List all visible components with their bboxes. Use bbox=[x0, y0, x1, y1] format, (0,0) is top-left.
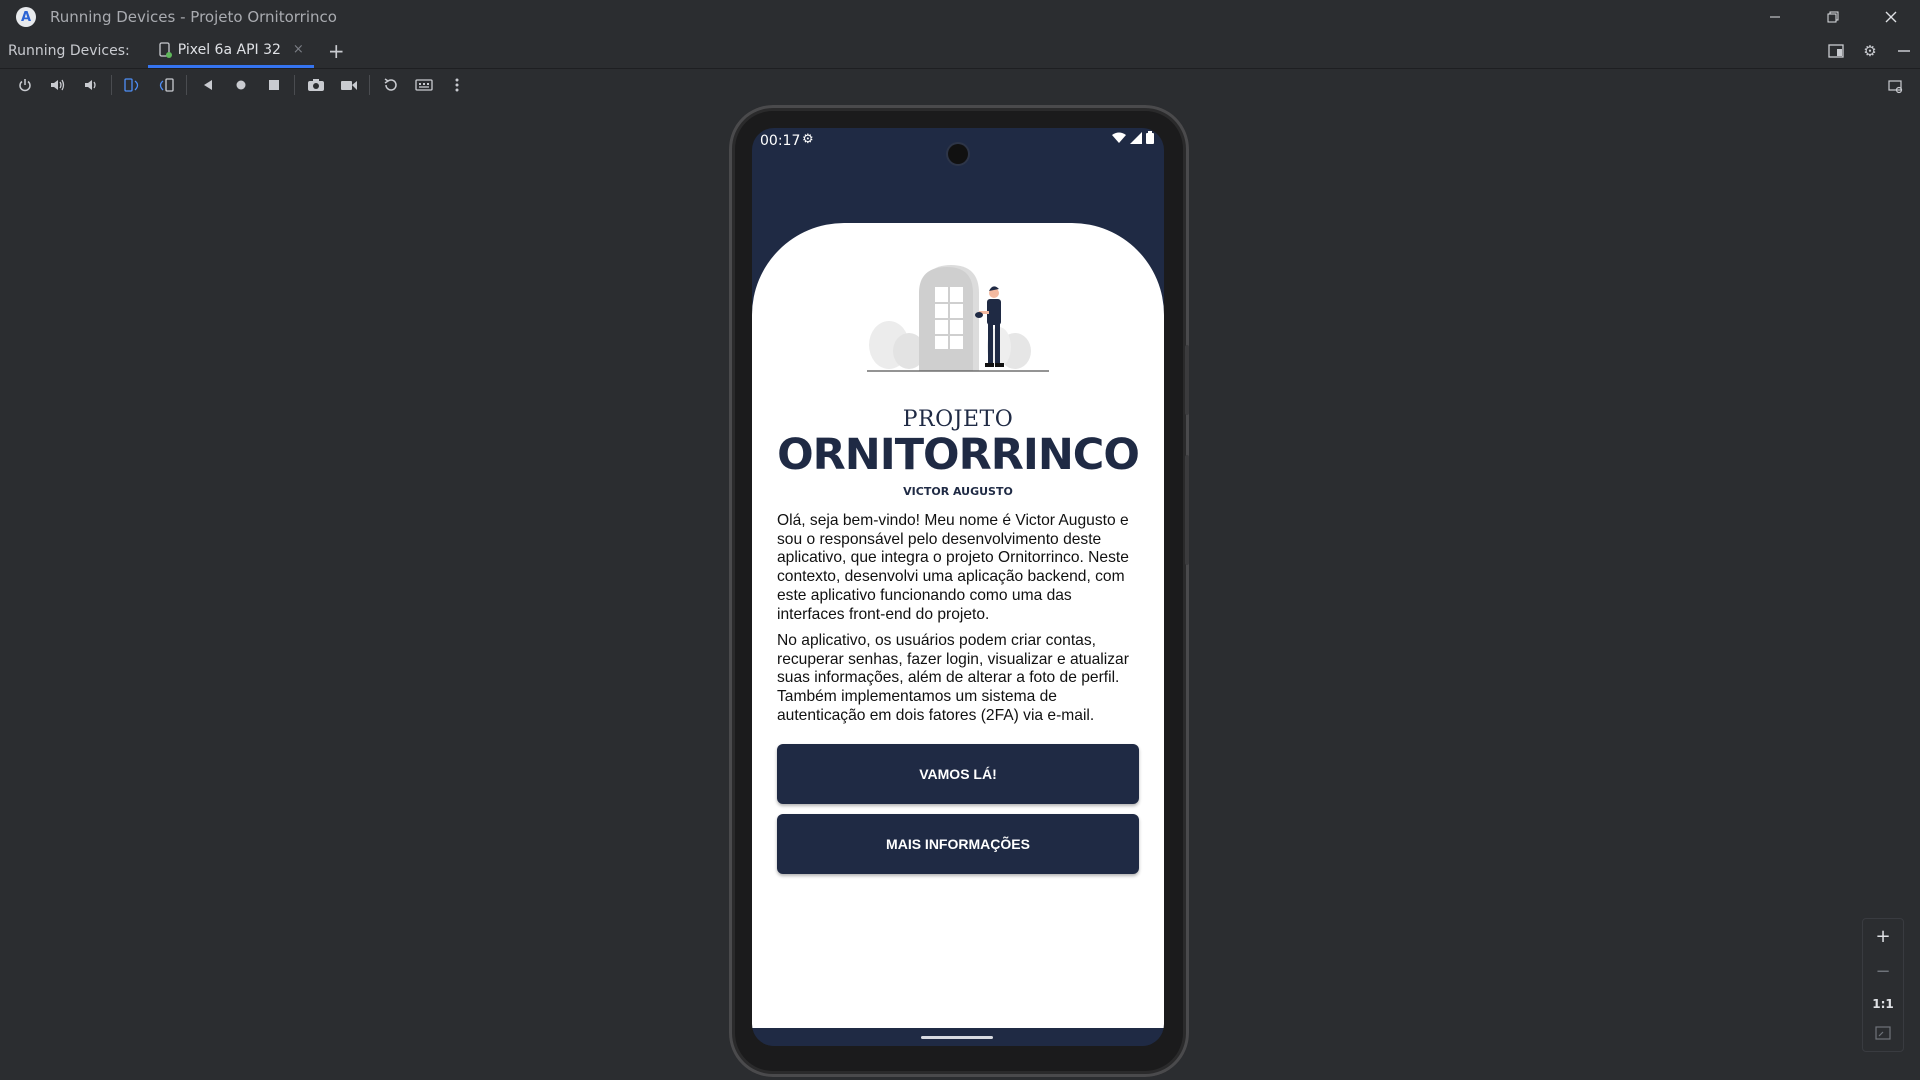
hide-panel-icon[interactable] bbox=[1894, 41, 1914, 61]
android-studio-logo-icon: A bbox=[16, 7, 36, 27]
front-camera bbox=[948, 144, 968, 164]
toolbar-separator bbox=[294, 75, 295, 95]
toolbar-separator bbox=[186, 75, 187, 95]
device-screen[interactable]: 00:17 ⚙ PROJETO ORNITORRINCO VICTOR AUGU… bbox=[752, 128, 1164, 1046]
restore-icon bbox=[1827, 11, 1839, 23]
minimize-icon bbox=[1770, 16, 1780, 18]
window-title: Running Devices - Projeto Ornitorrinco bbox=[50, 8, 337, 26]
power-icon[interactable] bbox=[8, 71, 41, 99]
more-icon[interactable] bbox=[440, 71, 473, 99]
tabbar-actions: ⚙ bbox=[1826, 34, 1914, 68]
settings-gear-icon[interactable]: ⚙ bbox=[1860, 41, 1880, 61]
battery-icon bbox=[1146, 131, 1154, 144]
signal-icon bbox=[1130, 131, 1142, 144]
intro-paragraph: Olá, seja bem-vindo! Meu nome é Victor A… bbox=[777, 512, 1129, 623]
close-icon bbox=[1885, 11, 1897, 23]
add-device-button[interactable]: + bbox=[328, 39, 345, 63]
zoom-fit-icon[interactable] bbox=[1875, 1025, 1891, 1044]
mais-informacoes-button[interactable]: MAIS INFORMAÇÕES bbox=[777, 814, 1139, 874]
video-icon[interactable] bbox=[332, 71, 365, 99]
home-icon[interactable] bbox=[224, 71, 257, 99]
power-side-button[interactable] bbox=[1185, 345, 1189, 415]
tab-close-icon[interactable]: × bbox=[293, 42, 304, 57]
rotate-right-icon[interactable] bbox=[149, 71, 182, 99]
vamos-la-button[interactable]: VAMOS LÁ! bbox=[777, 744, 1139, 804]
back-icon[interactable] bbox=[191, 71, 224, 99]
volume-side-button[interactable] bbox=[1185, 455, 1189, 565]
toolbar-separator bbox=[369, 75, 370, 95]
home-gesture-pill[interactable] bbox=[921, 1036, 993, 1039]
wifi-icon bbox=[1112, 132, 1126, 143]
status-time: 00:17 bbox=[760, 133, 801, 149]
zoom-actual-size-button[interactable]: 1:1 bbox=[1872, 997, 1894, 1011]
keyboard-icon[interactable] bbox=[407, 71, 440, 99]
features-paragraph: No aplicativo, os usuários podem criar c… bbox=[777, 632, 1129, 724]
status-settings-icon: ⚙ bbox=[802, 132, 814, 147]
tab-pixel-6a[interactable]: Pixel 6a API 32 × bbox=[147, 34, 314, 68]
minimize-button[interactable] bbox=[1746, 0, 1804, 34]
camera-icon[interactable] bbox=[299, 71, 332, 99]
zoom-controls: + − 1:1 bbox=[1862, 918, 1904, 1052]
brand-author: VICTOR AUGUSTO bbox=[903, 485, 1013, 498]
brand-subtitle: PROJETO bbox=[902, 407, 1014, 432]
phone-device-icon bbox=[159, 41, 172, 58]
tab-label: Pixel 6a API 32 bbox=[177, 41, 281, 58]
overview-icon[interactable] bbox=[257, 71, 290, 99]
zoom-in-button[interactable]: + bbox=[1875, 926, 1890, 947]
title-bar: A Running Devices - Projeto Ornitorrinco bbox=[0, 0, 1920, 34]
volume-up-icon[interactable] bbox=[41, 71, 74, 99]
status-icons bbox=[1112, 131, 1154, 144]
door-person-illustration bbox=[867, 265, 1049, 372]
reset-icon[interactable] bbox=[374, 71, 407, 99]
running-devices-tabbar: Running Devices: Pixel 6a API 32 × + ⚙ bbox=[0, 34, 1920, 69]
emulator-toolbar bbox=[0, 69, 1920, 101]
status-bar: 00:17 ⚙ bbox=[752, 128, 1164, 164]
zoom-out-button[interactable]: − bbox=[1875, 961, 1890, 982]
running-devices-label: Running Devices: bbox=[8, 43, 130, 59]
volume-down-icon[interactable] bbox=[74, 71, 107, 99]
restore-button[interactable] bbox=[1804, 0, 1862, 34]
device-explorer-icon[interactable] bbox=[1879, 73, 1912, 101]
close-button[interactable] bbox=[1862, 0, 1920, 34]
gesture-navbar bbox=[752, 1028, 1164, 1046]
layout-icon[interactable] bbox=[1826, 41, 1846, 61]
rotate-left-icon[interactable] bbox=[116, 71, 149, 99]
window-controls bbox=[1746, 0, 1920, 34]
brand-title: ORNITORRINCO bbox=[777, 430, 1140, 480]
welcome-card: PROJETO ORNITORRINCO VICTOR AUGUSTO Olá,… bbox=[752, 223, 1164, 1028]
toolbar-separator bbox=[111, 75, 112, 95]
